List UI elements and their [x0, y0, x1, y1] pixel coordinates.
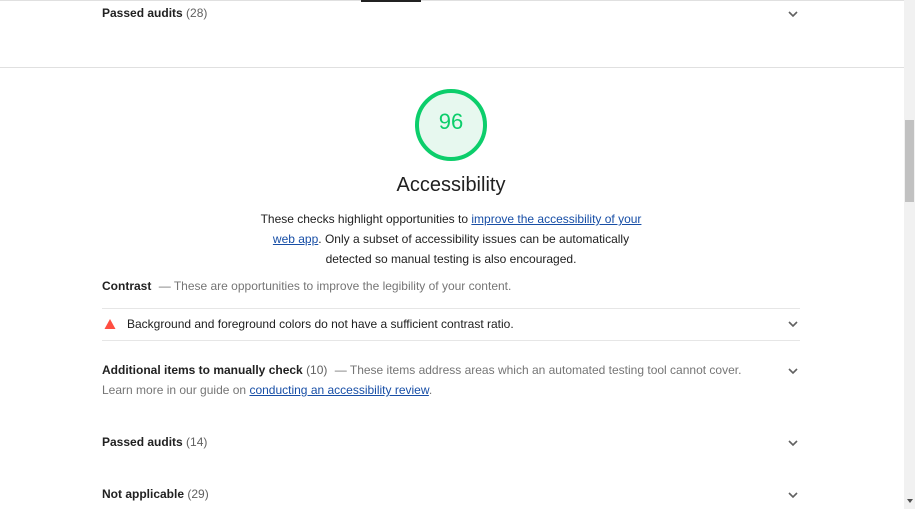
top-passed-audits-count: (28): [186, 6, 208, 20]
manual-check-count: (10): [306, 363, 328, 377]
manual-check-desc-post: .: [428, 383, 433, 397]
passed-audits-count: (14): [186, 435, 208, 449]
contrast-audit-row[interactable]: Background and foreground colors do not …: [102, 314, 800, 334]
chevron-down-icon[interactable]: [786, 364, 800, 378]
contrast-group-description: These are opportunities to improve the l…: [173, 279, 512, 293]
top-passed-audits-header[interactable]: Passed audits (28): [102, 6, 207, 20]
passed-audits-title: Passed audits: [102, 435, 183, 449]
section-divider: [0, 67, 904, 68]
divider: [102, 308, 800, 309]
passed-audits-header[interactable]: Passed audits (14): [102, 435, 207, 449]
score-value: 96: [438, 109, 464, 134]
not-applicable-header[interactable]: Not applicable (29): [102, 487, 209, 501]
manual-check-separator: —: [334, 363, 347, 377]
scrollbar-thumb[interactable]: [905, 120, 914, 202]
contrast-group-separator: —: [158, 279, 171, 293]
chevron-down-icon[interactable]: [786, 488, 800, 502]
chevron-down-icon[interactable]: [786, 7, 800, 21]
scroll-down-arrow-icon[interactable]: [906, 497, 914, 505]
top-border: [0, 0, 904, 1]
tab-indicator: [361, 0, 421, 2]
category-desc-post: . Only a subset of accessibility issues …: [318, 232, 630, 266]
manual-check-group-header[interactable]: Additional items to manually check (10) …: [102, 360, 772, 400]
chevron-down-icon[interactable]: [786, 317, 800, 331]
accessibility-review-link[interactable]: conducting an accessibility review: [249, 383, 428, 397]
not-applicable-title: Not applicable: [102, 487, 185, 501]
category-desc-pre: These checks highlight opportunities to: [260, 212, 472, 226]
category-description: These checks highlight opportunities to …: [252, 209, 650, 269]
not-applicable-count: (29): [187, 487, 209, 501]
contrast-group-header: Contrast — These are opportunities to im…: [102, 279, 511, 293]
manual-check-title: Additional items to manually check: [102, 363, 303, 377]
warning-triangle-icon: [104, 319, 116, 329]
scrollbar-track[interactable]: [904, 0, 915, 509]
chevron-down-icon[interactable]: [786, 436, 800, 450]
divider: [102, 340, 800, 341]
category-title: Accessibility: [396, 174, 506, 196]
contrast-group-title: Contrast: [102, 279, 152, 293]
contrast-audit-text: Background and foreground colors do not …: [127, 317, 514, 331]
top-passed-audits-title: Passed audits: [102, 6, 183, 20]
